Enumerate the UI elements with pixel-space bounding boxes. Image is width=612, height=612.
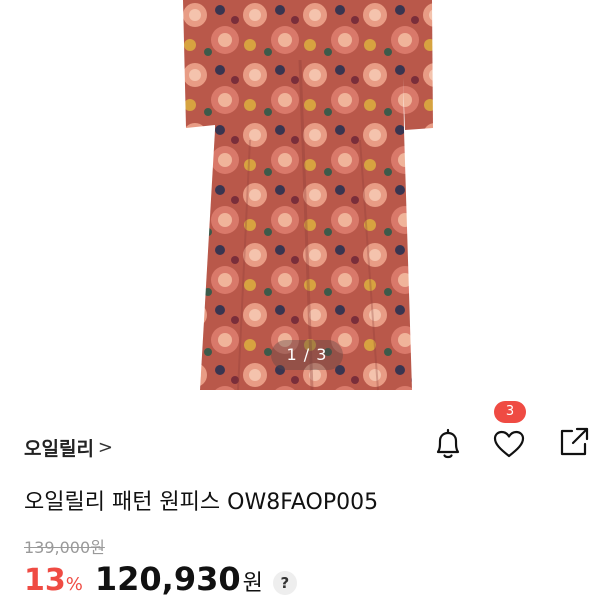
discount-rate: 13 bbox=[24, 563, 66, 598]
heart-icon bbox=[493, 430, 525, 458]
brand-name: 오일릴리 bbox=[24, 437, 94, 460]
brand-link[interactable]: 오일릴리 > bbox=[24, 432, 113, 462]
image-pager-indicator: 1 / 3 bbox=[271, 340, 343, 370]
sale-price: 120,930 bbox=[94, 560, 241, 598]
like-count-badge: 3 bbox=[494, 401, 526, 423]
wishlist-button[interactable] bbox=[489, 424, 529, 464]
floral-dress-photo bbox=[183, 0, 433, 391]
discount-percent-sign: % bbox=[65, 574, 83, 595]
bell-icon bbox=[436, 428, 460, 459]
currency-unit: 원 bbox=[242, 571, 263, 596]
original-price: 139,000원 bbox=[24, 538, 105, 557]
notification-button[interactable] bbox=[428, 424, 468, 464]
price-row: 13 % 120,930 원 ? bbox=[24, 560, 297, 606]
product-title: 오일릴리 패턴 원피스 OW8FAOP005 bbox=[24, 490, 379, 515]
chevron-right-icon: > bbox=[97, 436, 114, 458]
product-image-gallery[interactable]: 1 / 3 bbox=[0, 0, 612, 392]
share-icon bbox=[560, 427, 589, 456]
share-button[interactable] bbox=[554, 422, 594, 462]
price-help-icon[interactable]: ? bbox=[272, 571, 297, 595]
